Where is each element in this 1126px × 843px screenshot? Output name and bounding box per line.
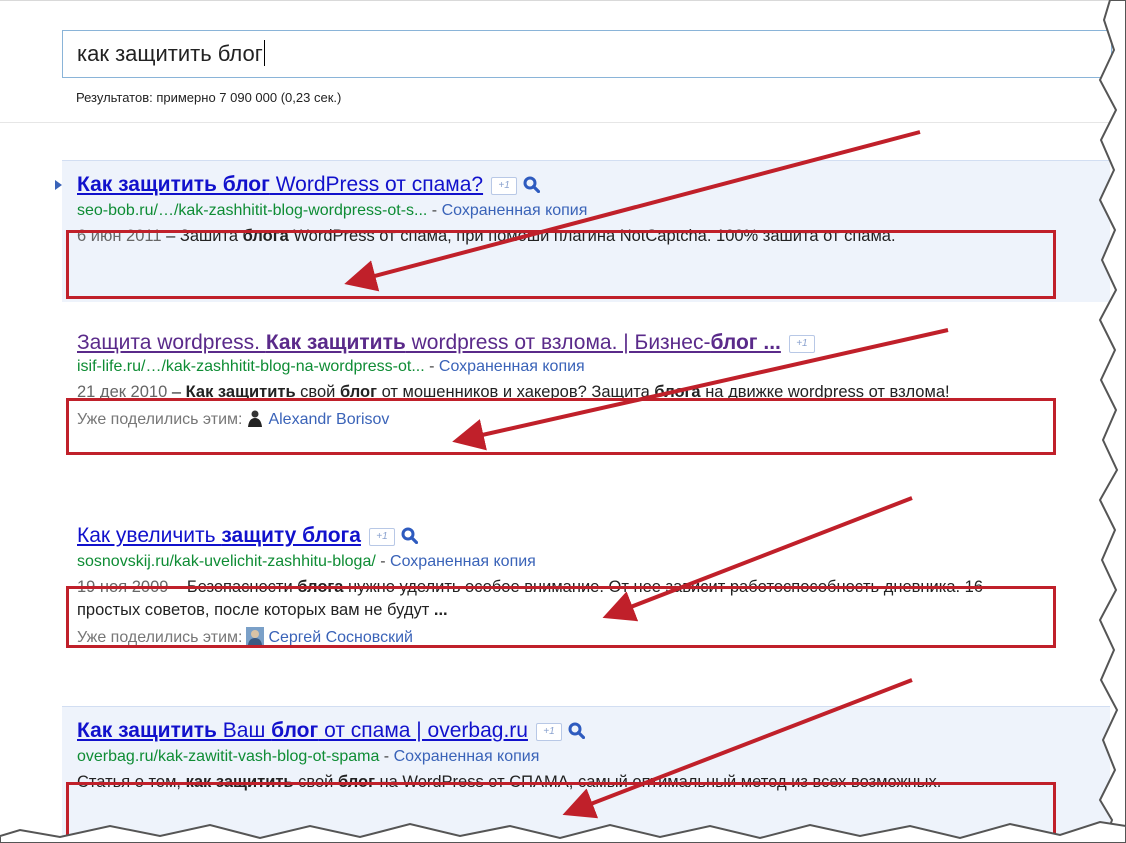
torn-edge xyxy=(0,0,1126,843)
